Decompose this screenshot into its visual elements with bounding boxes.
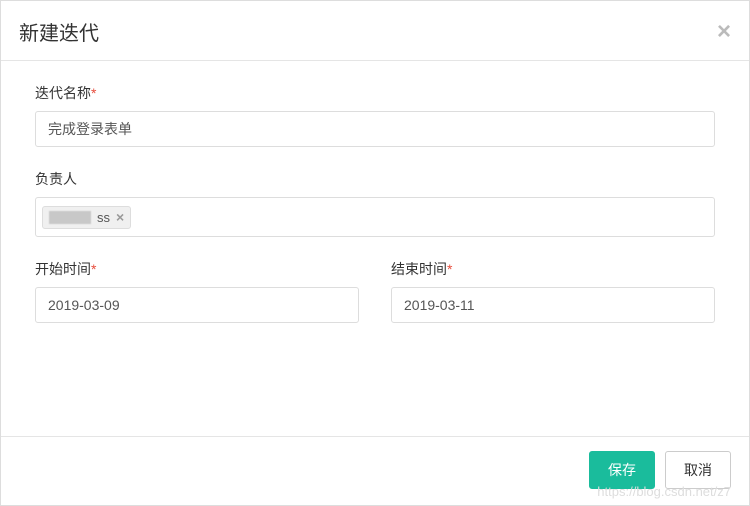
owner-group: 负责人 ss × (35, 169, 715, 237)
label-text: 迭代名称 (35, 85, 91, 101)
iteration-name-input[interactable] (35, 111, 715, 147)
modal-footer: 保存 取消 (1, 436, 749, 505)
required-mark: * (447, 261, 452, 277)
iteration-name-label: 迭代名称* (35, 83, 715, 103)
required-mark: * (91, 261, 96, 277)
end-time-group: 结束时间* (391, 259, 715, 323)
modal-container: 新建迭代 × 迭代名称* 负责人 ss × 开始时间* (0, 0, 750, 506)
owner-tag: ss × (42, 206, 131, 229)
date-row: 开始时间* 结束时间* (35, 259, 715, 345)
owner-label: 负责人 (35, 169, 715, 189)
owner-tag-suffix: ss (97, 210, 110, 225)
end-time-label: 结束时间* (391, 259, 715, 279)
start-time-group: 开始时间* (35, 259, 359, 323)
modal-header: 新建迭代 × (1, 1, 749, 61)
close-icon[interactable]: × (717, 20, 731, 44)
required-mark: * (91, 85, 96, 101)
start-time-label: 开始时间* (35, 259, 359, 279)
cancel-button[interactable]: 取消 (665, 451, 731, 489)
end-time-input[interactable] (391, 287, 715, 323)
owner-input[interactable]: ss × (35, 197, 715, 237)
start-time-input[interactable] (35, 287, 359, 323)
label-text: 结束时间 (391, 261, 447, 277)
remove-tag-icon[interactable]: × (116, 210, 124, 224)
owner-tag-blurred (49, 211, 91, 224)
modal-title: 新建迭代 (19, 17, 99, 46)
iteration-name-group: 迭代名称* (35, 83, 715, 147)
label-text: 开始时间 (35, 261, 91, 277)
save-button[interactable]: 保存 (589, 451, 655, 489)
modal-body: 迭代名称* 负责人 ss × 开始时间* 结束时间* (1, 61, 749, 436)
